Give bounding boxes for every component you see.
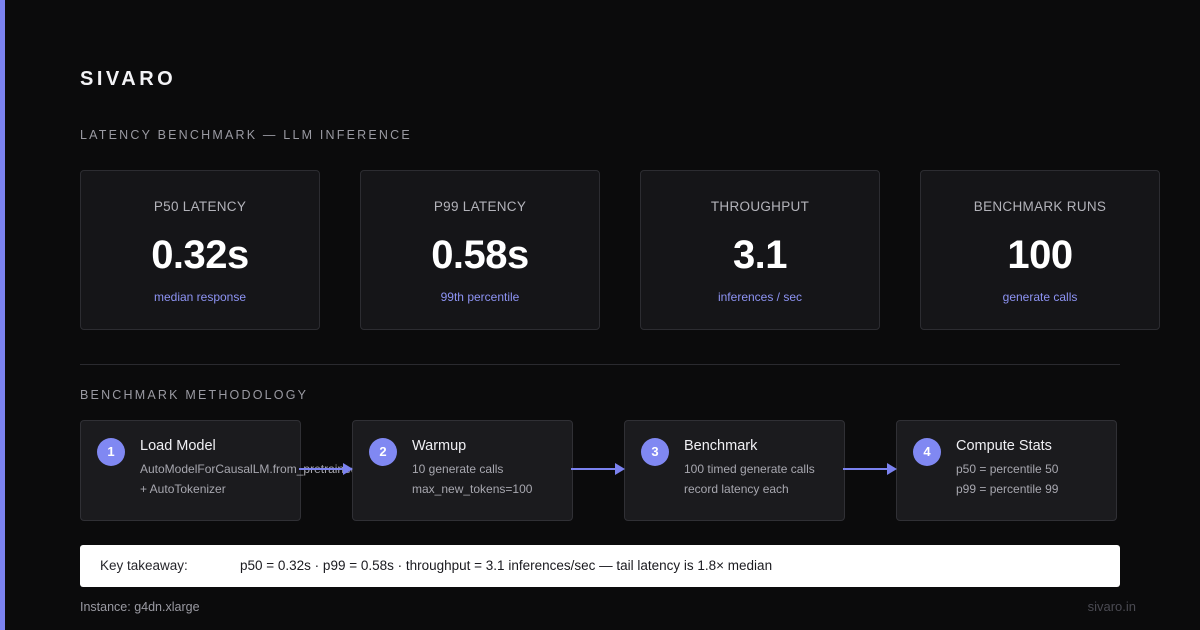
metric-value: 0.32s [151,233,249,277]
step-title: Compute Stats [956,438,1052,454]
step-detail: record latency each [684,482,789,496]
step-card-warmup: 2 Warmup 10 generate calls max_new_token… [352,420,573,521]
site-url: sivaro.in [1087,599,1136,614]
accent-bar [0,0,5,630]
step-detail: 100 timed generate calls [684,462,815,476]
step-number-badge: 3 [641,438,669,466]
metric-card-p99: P99 LATENCY 0.58s 99th percentile [360,170,600,330]
step-card-benchmark: 3 Benchmark 100 timed generate calls rec… [624,420,845,521]
arrow-right-icon [843,463,897,475]
key-takeaway-banner: Key takeaway: p50 = 0.32s · p99 = 0.58s … [80,545,1120,587]
metric-label: THROUGHPUT [710,199,810,214]
takeaway-text: p50 = 0.32s · p99 = 0.58s · throughput =… [240,558,773,573]
step-detail: p50 = percentile 50 [956,462,1059,476]
step-detail: + AutoTokenizer [140,482,226,496]
metric-sub: 99th percentile [440,290,520,304]
section-title-methodology: BENCHMARK METHODOLOGY [80,388,309,402]
step-card-load-model: 1 Load Model AutoModelForCausalLM.from_p… [80,420,357,521]
arrow-right-icon [299,463,353,475]
step-card-compute-stats: 4 Compute Stats p50 = percentile 50 p99 … [896,420,1117,521]
section-title-latency: LATENCY BENCHMARK — LLM INFERENCE [80,128,412,142]
metric-value: 0.58s [431,233,529,277]
metric-label: BENCHMARK RUNS [973,199,1107,214]
methodology-steps: 1 Load Model AutoModelForCausalLM.from_p… [80,420,1120,521]
metric-value: 3.1 [732,233,788,277]
takeaway-label: Key takeaway: [100,558,188,573]
divider [80,364,1120,365]
step-detail: max_new_tokens=100 [412,482,533,496]
step-number-badge: 2 [369,438,397,466]
arrow-right-icon [571,463,625,475]
metric-sub: generate calls [1002,290,1078,304]
step-title: Load Model [140,438,216,454]
instance-info: Instance: g4dn.xlarge [80,600,200,614]
metric-sub: median response [153,290,247,304]
metric-card-p50: P50 LATENCY 0.32s median response [80,170,320,330]
metric-sub: inferences / sec [717,290,803,304]
metric-label: P50 LATENCY [153,199,247,214]
step-number-badge: 4 [913,438,941,466]
metric-card-runs: BENCHMARK RUNS 100 generate calls [920,170,1160,330]
metric-value: 100 [1007,233,1073,277]
step-detail: 10 generate calls [412,462,504,476]
brand-logo: SIVARO [80,68,177,90]
metrics-row: P50 LATENCY 0.32s median response P99 LA… [80,170,1160,330]
metric-label: P99 LATENCY [433,199,527,214]
metric-card-throughput: THROUGHPUT 3.1 inferences / sec [640,170,880,330]
step-detail: p99 = percentile 99 [956,482,1059,496]
step-number-badge: 1 [97,438,125,466]
step-title: Warmup [412,438,467,454]
step-title: Benchmark [684,438,758,454]
